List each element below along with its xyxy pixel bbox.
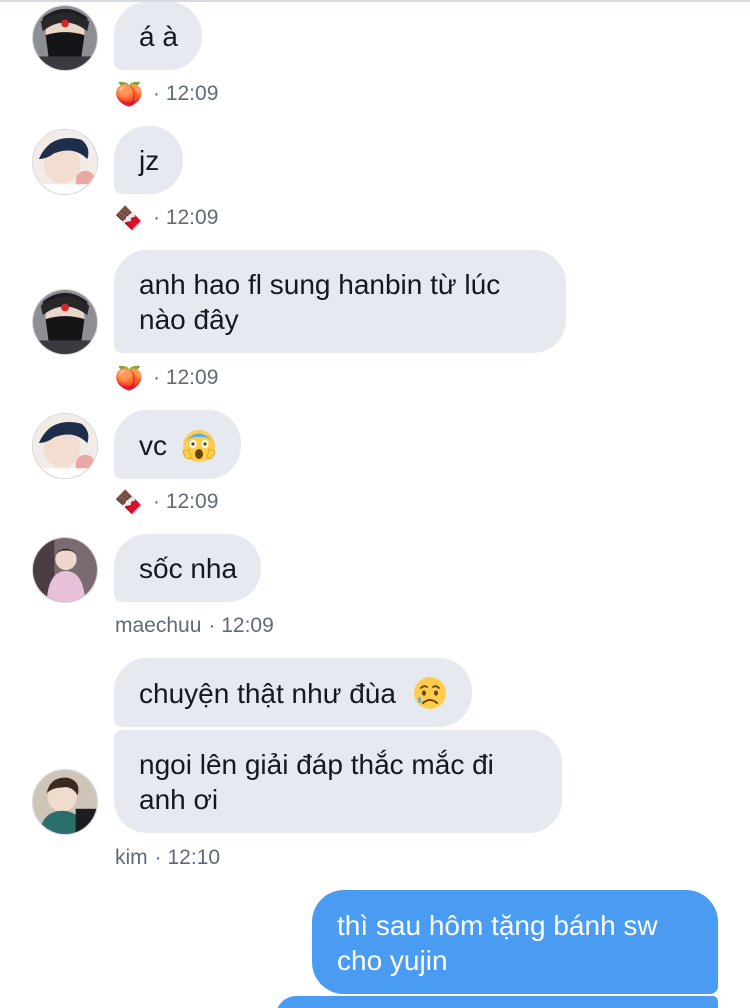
message-time: · 12:09 [153, 366, 219, 389]
screaming-face-icon [181, 427, 217, 463]
message-text: thì sau hôm tặng bánh sw cho yujin [337, 910, 658, 976]
sender-name[interactable]: kim [115, 846, 148, 870]
message-bubble[interactable]: sốc nha [114, 534, 262, 602]
message-time: · 12:09 [153, 206, 219, 229]
outgoing-message-bubble[interactable]: thì sau hôm tặng bánh sw cho yujin [312, 890, 718, 994]
message-time: · 12:09 [208, 614, 274, 637]
maechuu-photo [33, 538, 97, 602]
masked-user-photo [33, 290, 97, 354]
message-text: vc [139, 430, 167, 461]
dm-conversation: á à 🍑 · 12:09 jz 🍫 · 12:09 anh hao fl su… [0, 0, 750, 1008]
message-text: anh hao fl sung hanbin từ lúc nào đây [139, 269, 501, 335]
avatar-blue-hair-user[interactable] [32, 129, 98, 195]
message-meta: 🍑 · 12:09 [114, 363, 219, 393]
message-bubble[interactable]: chuyện thật như đùa [114, 658, 472, 727]
kim-photo [33, 770, 97, 834]
peach-icon: 🍑 [114, 364, 144, 391]
avatar-blue-hair-user[interactable] [32, 413, 98, 479]
message-time: · 12:09 [153, 82, 219, 105]
chocolate-icon: 🍫 [114, 204, 144, 231]
message-text: á à [139, 21, 178, 52]
message-text: jz [139, 145, 160, 176]
message-text: chuyện thật như đùa [139, 678, 396, 709]
message-bubble[interactable]: á à [114, 2, 202, 70]
message-meta: 🍑 · 12:09 [114, 79, 219, 109]
blue-hair-user-photo [33, 130, 97, 194]
message-meta: kim · 12:10 [115, 843, 220, 873]
message-text: sốc nha [139, 553, 238, 584]
message-meta: 🍫 · 12:09 [114, 487, 219, 517]
avatar-masked-user[interactable] [32, 5, 98, 71]
message-bubble[interactable]: ngoi lên giải đáp thắc mắc đi anh ơi [114, 730, 562, 833]
message-meta: maechuu · 12:09 [115, 611, 274, 641]
outgoing-message-bubble-partial[interactable] [276, 996, 718, 1008]
message-bubble[interactable]: jz [114, 126, 184, 194]
sender-name[interactable]: maechuu [115, 614, 201, 638]
message-time: · 12:10 [154, 846, 221, 869]
sad-relieved-face-icon [412, 675, 448, 711]
message-bubble[interactable]: vc [114, 410, 241, 479]
message-text: ngoi lên giải đáp thắc mắc đi anh ơi [139, 749, 494, 815]
message-time: · 12:09 [153, 490, 219, 513]
masked-user-photo [33, 6, 97, 70]
avatar-maechuu[interactable] [32, 537, 98, 603]
message-bubble[interactable]: anh hao fl sung hanbin từ lúc nào đây [114, 250, 566, 353]
avatar-kim[interactable] [32, 769, 98, 835]
avatar-masked-user[interactable] [32, 289, 98, 355]
top-divider [0, 0, 750, 2]
message-meta: 🍫 · 12:09 [114, 203, 219, 233]
blue-hair-user-photo [33, 414, 97, 478]
peach-icon: 🍑 [114, 80, 144, 107]
chocolate-icon: 🍫 [114, 488, 144, 515]
